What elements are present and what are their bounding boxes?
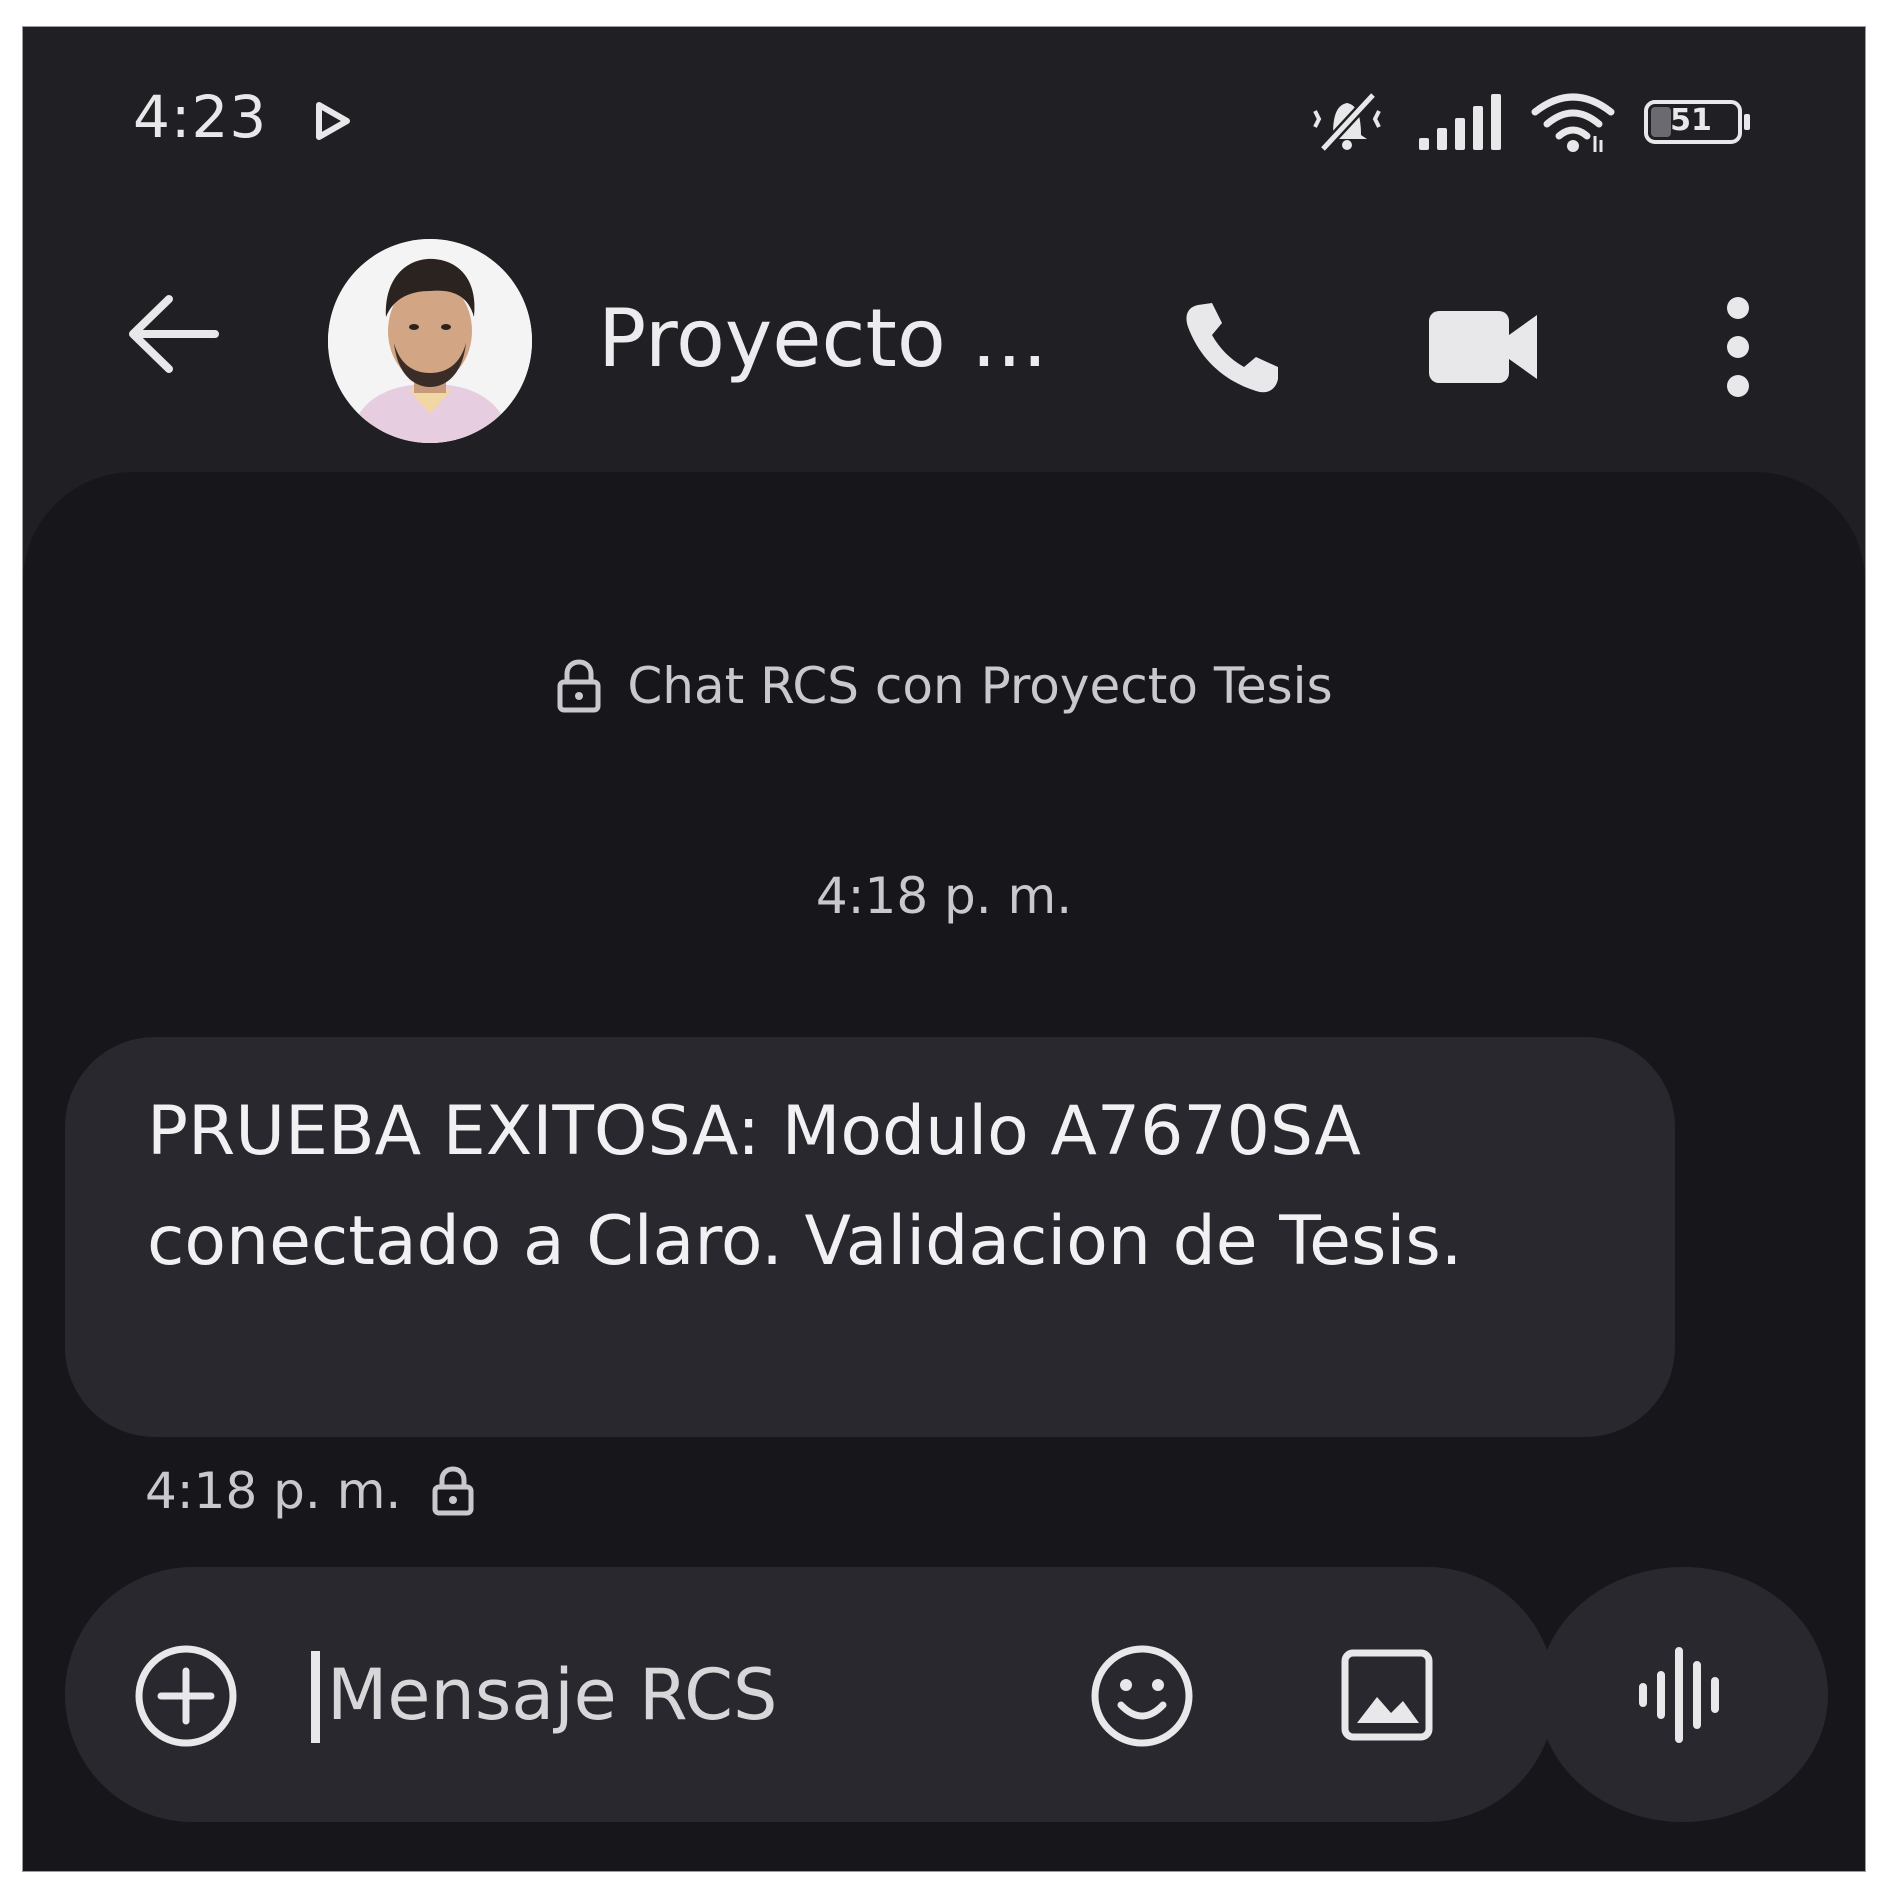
phone-icon[interactable]: [1178, 297, 1288, 397]
status-icons: 51: [1305, 87, 1755, 157]
status-bar: 4:23 51: [23, 27, 1865, 207]
conversation-header: Proyecto ...: [23, 237, 1865, 443]
video-camera-icon[interactable]: [1423, 297, 1543, 397]
message-text: PRUEBA EXITOSA: Modulo A7670SA conectado…: [147, 1092, 1463, 1281]
wifi-icon: [1531, 93, 1615, 152]
date-separator: 4:18 p. m.: [815, 867, 1073, 925]
voice-icon: [1639, 1647, 1719, 1743]
contact-name[interactable]: Proyecto ...: [598, 292, 1048, 385]
lock-icon: [557, 658, 601, 712]
image-icon[interactable]: [1337, 1645, 1437, 1745]
message-time: 4:18 p. m.: [145, 1462, 402, 1520]
message-input[interactable]: [325, 1639, 1029, 1751]
message-bubble[interactable]: PRUEBA EXITOSA: Modulo A7670SA conectado…: [65, 1037, 1675, 1437]
signal-icon: [1419, 94, 1501, 150]
contact-photo: [328, 239, 532, 443]
battery-level: 51: [1670, 103, 1712, 138]
chat-area[interactable]: Chat RCS con Proyecto Tesis 4:18 p. m. P…: [23, 472, 1865, 1871]
lock-icon: [432, 1466, 474, 1516]
status-time: 4:23: [133, 83, 268, 151]
play-icon: [316, 102, 350, 140]
emoji-icon[interactable]: [1089, 1643, 1195, 1749]
rcs-chat-banner: Chat RCS con Proyecto Tesis: [23, 657, 1865, 718]
more-vert-icon[interactable]: [1713, 292, 1763, 402]
phone-screen: 4:23 51 Proyecto ... Chat RCS con Proyec…: [22, 26, 1866, 1872]
add-circle-icon[interactable]: [133, 1643, 239, 1749]
mute-icon: [1313, 91, 1381, 153]
back-arrow-icon[interactable]: [123, 289, 223, 379]
rcs-banner-text: Chat RCS con Proyecto Tesis: [627, 657, 1333, 715]
message-composer: [65, 1567, 1555, 1822]
message-meta: 4:18 p. m.: [145, 1462, 475, 1520]
text-caret: [311, 1651, 320, 1743]
avatar[interactable]: [328, 239, 532, 443]
battery-icon: 51: [1643, 99, 1755, 145]
voice-message-button[interactable]: [1538, 1567, 1828, 1822]
